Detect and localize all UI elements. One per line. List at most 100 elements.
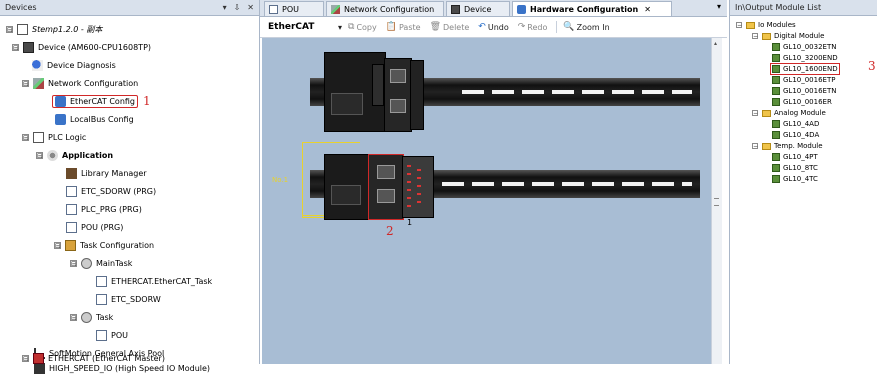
tab-label: Hardware Configuration bbox=[530, 4, 639, 14]
tree-item-digital-module[interactable]: − Digital Module bbox=[752, 31, 824, 41]
paste-button[interactable]: 📋 Paste bbox=[386, 22, 421, 32]
pin-icon[interactable]: ⇩ bbox=[234, 3, 241, 12]
tab-network-configuration[interactable]: Network Configuration bbox=[326, 1, 444, 16]
tree-item-etc-sdorw[interactable]: ETC_SDORW bbox=[96, 290, 161, 308]
ethercat-icon bbox=[55, 95, 66, 107]
tree-item-label: ETHERCAT.EtherCAT_Task bbox=[111, 276, 213, 286]
tree-item-label: LocalBus Config bbox=[70, 114, 134, 124]
tree-item-label: Library Manager bbox=[81, 168, 147, 178]
tab-pou[interactable]: POU bbox=[264, 1, 324, 16]
redo-button[interactable]: ↷ Redo bbox=[518, 22, 548, 32]
module-icon bbox=[772, 164, 780, 172]
tree-item-task-configuration[interactable]: ⊟ Task Configuration bbox=[54, 236, 154, 254]
undo-button[interactable]: ↶ Undo bbox=[478, 22, 508, 32]
tree-item-plc-prg[interactable]: PLC_PRG (PRG) bbox=[66, 200, 142, 218]
project-icon bbox=[17, 23, 28, 35]
tree-item-label: ETC_SDORW bbox=[111, 294, 161, 304]
tree-item-task[interactable]: ⊟ Task bbox=[70, 308, 113, 326]
network-icon bbox=[33, 77, 44, 89]
tree-item-io-modules[interactable]: − Io Modules bbox=[736, 20, 796, 30]
tree-item-etc-sdorw-prg[interactable]: ETC_SDORW (PRG) bbox=[66, 182, 156, 200]
tab-label: Device bbox=[464, 4, 492, 14]
tree-item-network-configuration[interactable]: ⊟ Network Configuration bbox=[22, 74, 138, 92]
module-icon bbox=[772, 43, 780, 51]
collapse-toggle-icon[interactable]: ⊟ bbox=[70, 313, 77, 321]
module-item[interactable]: GL10_8TC bbox=[772, 163, 818, 173]
module-item[interactable]: GL10_0032ETN bbox=[772, 42, 836, 52]
tabs-dropdown-icon[interactable]: ▾ bbox=[717, 2, 721, 11]
coupler-module-highlighted[interactable] bbox=[368, 154, 404, 220]
collapse-toggle-icon[interactable]: ⊟ bbox=[22, 354, 29, 362]
collapse-toggle-icon[interactable]: − bbox=[736, 22, 742, 29]
folder-icon bbox=[746, 21, 755, 29]
tab-label: Network Configuration bbox=[344, 4, 435, 14]
tree-item-ethercat-task[interactable]: ETHERCAT.EtherCAT_Task bbox=[96, 272, 212, 290]
tree-item-project[interactable]: ⊟ Stemp1.2.0 - 副本 bbox=[6, 20, 102, 38]
bus-dropdown-icon[interactable]: ▾ bbox=[338, 23, 342, 32]
hardware-canvas[interactable]: No.1 1 2 bbox=[262, 38, 711, 364]
close-tab-icon[interactable]: ✕ bbox=[644, 5, 651, 14]
canvas-vertical-scrollbar[interactable]: ▴ bbox=[711, 38, 722, 364]
tree-item-analog-module[interactable]: − Analog Module bbox=[752, 108, 826, 118]
module-item[interactable]: GL10_4PT bbox=[772, 152, 818, 162]
tree-item-maintask[interactable]: ⊟ MainTask bbox=[70, 254, 132, 272]
module-icon bbox=[772, 76, 780, 84]
devices-panel: Devices ▾ ⇩ ✕ ⊟ Stemp1.2.0 - 副本 ⊟ Device… bbox=[0, 0, 260, 374]
paste-label: Paste bbox=[398, 22, 421, 32]
module-item[interactable]: GL10_0016ETP bbox=[772, 75, 835, 85]
collapse-toggle-icon[interactable]: ⊟ bbox=[22, 79, 29, 87]
tree-item-label: PLC_PRG (PRG) bbox=[81, 204, 142, 214]
module-icon bbox=[772, 175, 780, 183]
tree-item-pou[interactable]: POU bbox=[96, 326, 128, 344]
tree-item-label: Application bbox=[62, 150, 114, 160]
ethercat-master-icon bbox=[33, 352, 44, 364]
tree-item-label: PLC Logic bbox=[48, 132, 87, 142]
collapse-toggle-icon[interactable]: − bbox=[752, 33, 758, 40]
module-item[interactable]: GL10_4DA bbox=[772, 130, 819, 140]
tree-item-label: ETC_SDORW (PRG) bbox=[81, 186, 157, 196]
module-item-highlighted[interactable]: GL10_1600END bbox=[770, 63, 840, 75]
module-item[interactable]: GL10_0016ETN bbox=[772, 86, 836, 96]
module-item[interactable]: GL10_4TC bbox=[772, 174, 818, 184]
scroll-up-icon[interactable]: ▴ bbox=[714, 40, 717, 47]
collapse-toggle-icon[interactable]: ⊟ bbox=[36, 151, 43, 159]
tree-item-application[interactable]: ⊟ Application bbox=[36, 146, 113, 164]
tree-item-pou-prg[interactable]: POU (PRG) bbox=[66, 218, 123, 236]
collapse-toggle-icon[interactable]: ⊟ bbox=[12, 43, 19, 51]
tree-item-device-diagnosis[interactable]: Device Diagnosis bbox=[32, 56, 116, 74]
panel-menu-icon[interactable]: ▾ bbox=[223, 3, 227, 12]
io-module-gl10-1600end[interactable] bbox=[402, 156, 434, 218]
tree-item-library-manager[interactable]: Library Manager bbox=[66, 164, 147, 182]
zoom-in-button[interactable]: 🔍 Zoom In bbox=[563, 22, 609, 32]
tab-hardware-configuration[interactable]: Hardware Configuration ✕ bbox=[512, 1, 672, 16]
collapse-toggle-icon[interactable]: − bbox=[752, 110, 758, 117]
editor-tabs: POU Network Configuration Device Hardwar… bbox=[260, 0, 727, 17]
tree-item-temp-module[interactable]: − Temp. Module bbox=[752, 141, 823, 151]
module-item[interactable]: GL10_4AD bbox=[772, 119, 819, 129]
tree-item-label: Device Diagnosis bbox=[47, 60, 116, 70]
tree-item-ethercat-master-visible[interactable]: ⊟ ETHERCAT (EtherCAT Master) bbox=[22, 352, 165, 364]
collapse-toggle-icon[interactable]: − bbox=[752, 143, 758, 150]
call-icon bbox=[96, 275, 107, 287]
tree-item-localbus-config[interactable]: LocalBus Config bbox=[55, 110, 134, 128]
close-icon[interactable]: ✕ bbox=[247, 3, 254, 12]
scroll-grip[interactable] bbox=[714, 198, 719, 206]
tree-item-device[interactable]: ⊟ Device (AM600-CPU1608TP) bbox=[12, 38, 151, 56]
cpu-side-module[interactable] bbox=[384, 58, 412, 132]
collapse-toggle-icon[interactable]: ⊟ bbox=[54, 241, 61, 249]
collapse-toggle-icon[interactable]: ⊟ bbox=[70, 259, 77, 267]
collapse-toggle-icon[interactable]: ⊟ bbox=[6, 25, 13, 33]
tab-device[interactable]: Device bbox=[446, 1, 510, 16]
master-module[interactable] bbox=[324, 154, 370, 220]
module-label: GL10_8TC bbox=[783, 164, 818, 172]
ethernet-port bbox=[390, 69, 406, 83]
module-item[interactable]: GL10_0016ER bbox=[772, 97, 832, 107]
tree-item-ethercat-config[interactable]: EtherCAT Config 1 bbox=[52, 92, 151, 110]
module-item[interactable]: GL10_3200END bbox=[772, 53, 838, 63]
tree-item-plc-logic[interactable]: ⊟ PLC Logic bbox=[22, 128, 86, 146]
delete-button[interactable]: 🗑 Delete bbox=[430, 22, 470, 32]
call-icon bbox=[96, 329, 107, 341]
collapse-toggle-icon[interactable]: ⊟ bbox=[22, 133, 29, 141]
ethercat-icon bbox=[517, 4, 526, 14]
copy-button[interactable]: ⧉ Copy bbox=[348, 22, 377, 32]
